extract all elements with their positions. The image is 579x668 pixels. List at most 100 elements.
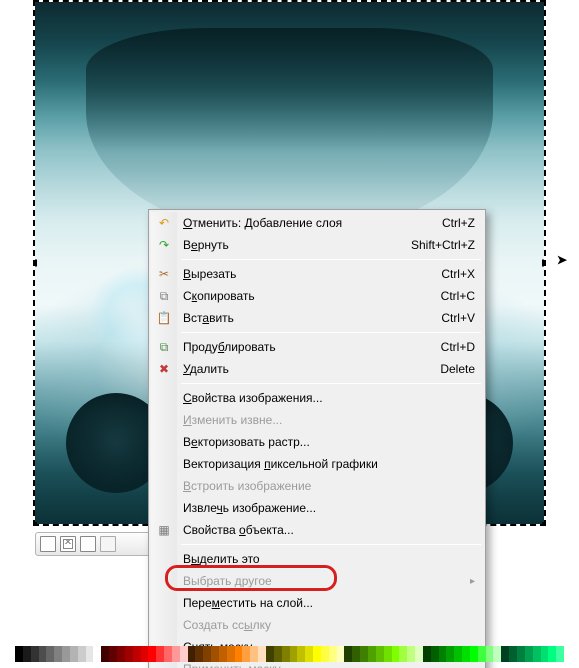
menu-item-extract-image[interactable]: Извлечь изображение... [151,497,483,519]
resize-handle-right[interactable] [542,260,546,267]
color-swatch[interactable] [462,646,470,662]
menu-item-duplicate[interactable]: ⧉ПродублироватьCtrl+D [151,336,483,358]
menu-item-copy[interactable]: ⧉СкопироватьCtrl+C [151,285,483,307]
menu-item-cut[interactable]: ✂ВырезатьCtrl+X [151,263,483,285]
color-swatch[interactable] [250,646,258,662]
rotate-arrow-icon[interactable]: ➤ [556,252,579,269]
menu-item-trace-raster[interactable]: Векторизовать растр... [151,431,483,453]
color-swatch[interactable] [109,646,117,662]
color-swatch[interactable] [525,646,533,662]
color-swatch[interactable] [486,646,494,662]
menu-item-embed-image: Встроить изображение [151,475,483,497]
color-swatch[interactable] [509,646,517,662]
floating-toolbar [35,532,155,556]
color-swatch[interactable] [470,646,478,662]
color-swatch[interactable] [180,646,188,662]
color-swatch[interactable] [117,646,125,662]
color-swatch[interactable] [156,646,164,662]
color-swatch[interactable] [172,646,180,662]
color-swatch[interactable] [541,646,549,662]
color-swatch[interactable] [423,646,431,662]
color-swatch[interactable] [407,646,415,662]
color-swatch[interactable] [533,646,541,662]
color-swatch[interactable] [368,646,376,662]
color-swatch[interactable] [62,646,70,662]
color-swatch[interactable] [376,646,384,662]
color-swatch[interactable] [493,646,501,662]
toolbar-envelope[interactable] [60,536,76,552]
color-swatch[interactable] [141,646,149,662]
color-swatch[interactable] [344,646,352,662]
color-swatch[interactable] [164,646,172,662]
color-swatch[interactable] [70,646,78,662]
color-swatch[interactable] [282,646,290,662]
duplicate-icon: ⧉ [156,339,172,355]
menu-item-trace-pixel[interactable]: Векторизация пиксельной графики [151,453,483,475]
color-swatch[interactable] [360,646,368,662]
color-swatch[interactable] [39,646,47,662]
resize-handle-bottom-left[interactable] [33,522,37,526]
color-swatch[interactable] [274,646,282,662]
color-swatch[interactable] [86,646,94,662]
color-swatch[interactable] [242,646,250,662]
color-swatch[interactable] [384,646,392,662]
color-swatch[interactable] [399,646,407,662]
color-swatch[interactable] [290,646,298,662]
color-swatch[interactable] [478,646,486,662]
menu-item-shortcut: Ctrl+V [441,311,475,325]
color-swatch[interactable] [133,646,141,662]
color-swatch[interactable] [313,646,321,662]
color-swatch[interactable] [501,646,509,662]
color-swatch[interactable] [431,646,439,662]
color-swatch[interactable] [548,646,556,662]
toolbar-box-3[interactable] [100,536,116,552]
color-swatch[interactable] [329,646,337,662]
color-swatch[interactable] [219,646,227,662]
resize-handle-left[interactable] [33,260,37,267]
color-swatch[interactable] [23,646,31,662]
color-swatch[interactable] [337,646,345,662]
menu-item-paste[interactable]: 📋ВставитьCtrl+V [151,307,483,329]
color-swatch[interactable] [258,646,266,662]
color-swatch[interactable] [454,646,462,662]
color-swatch[interactable] [235,646,243,662]
color-swatch[interactable] [352,646,360,662]
color-swatch[interactable] [297,646,305,662]
color-swatch[interactable] [15,646,23,662]
color-swatch[interactable] [54,646,62,662]
menu-item-redo[interactable]: ↷ВернутьShift+Ctrl+Z [151,234,483,256]
menu-item-label: Векторизация пиксельной графики [183,457,475,471]
color-swatch[interactable] [101,646,109,662]
color-swatch[interactable] [78,646,86,662]
menu-item-img-props[interactable]: Свойства изображения... [151,387,483,409]
toolbar-box-1[interactable] [40,536,56,552]
color-swatch[interactable] [266,646,274,662]
color-swatch[interactable] [392,646,400,662]
color-swatch[interactable] [415,646,423,662]
color-swatch[interactable] [188,646,196,662]
color-swatch[interactable] [227,646,235,662]
menu-item-move-to-layer[interactable]: Переместить на слой... [151,592,483,614]
color-swatch[interactable] [125,646,133,662]
menu-item-obj-props[interactable]: ▦Свойства объекта... [151,519,483,541]
color-swatch[interactable] [93,646,101,662]
color-swatch[interactable] [195,646,203,662]
color-swatch[interactable] [517,646,525,662]
menu-item-delete[interactable]: ✖УдалитьDelete [151,358,483,380]
color-swatch[interactable] [446,646,454,662]
toolbar-box-2[interactable] [80,536,96,552]
menu-item-shortcut: Ctrl+X [441,267,475,281]
menu-item-label: Извлечь изображение... [183,501,475,515]
color-swatch[interactable] [439,646,447,662]
color-swatch[interactable] [321,646,329,662]
color-swatch[interactable] [556,646,564,662]
menu-item-select-this[interactable]: Выделить это [151,548,483,570]
color-swatch[interactable] [305,646,313,662]
color-swatch[interactable] [46,646,54,662]
resize-handle-bottom-right[interactable] [542,522,546,526]
color-swatch[interactable] [31,646,39,662]
menu-item-undo[interactable]: ↶Отменить: Добавление слояCtrl+Z [151,212,483,234]
color-swatch[interactable] [148,646,156,662]
color-swatch[interactable] [203,646,211,662]
color-swatch[interactable] [211,646,219,662]
